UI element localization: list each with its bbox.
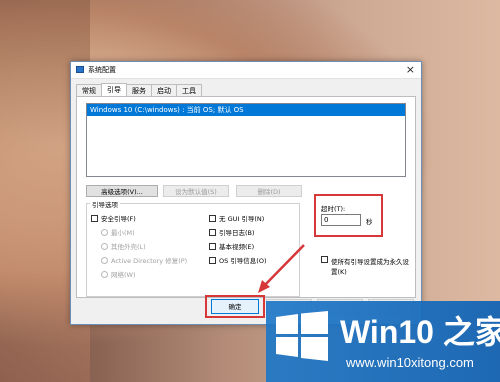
base-video-checkbox[interactable] bbox=[209, 242, 216, 250]
os-boot-info-label: OS 引导信息(O) bbox=[219, 257, 267, 265]
os-list-item[interactable]: Windows 10 (C:\windows) : 当前 OS; 默认 OS bbox=[87, 104, 405, 116]
tab-startup[interactable]: 启动 bbox=[151, 84, 177, 96]
base-video-option[interactable]: 基本视频(E) bbox=[209, 241, 254, 251]
alternate-shell-label: 其他外壳(L) bbox=[111, 243, 146, 251]
alternate-shell-option[interactable]: 其他外壳(L) bbox=[101, 241, 146, 251]
tab-services[interactable]: 服务 bbox=[126, 84, 152, 96]
no-gui-boot-checkbox[interactable] bbox=[209, 214, 216, 222]
minimal-label: 最小(M) bbox=[111, 229, 135, 237]
os-boot-info-option[interactable]: OS 引导信息(O) bbox=[209, 255, 267, 265]
title-bar: 系统配置 × bbox=[71, 62, 421, 79]
make-permanent-checkbox[interactable] bbox=[321, 256, 328, 263]
tab-general[interactable]: 常规 bbox=[76, 84, 102, 96]
network-label: 网络(W) bbox=[111, 271, 136, 279]
site-url: www.win10xitong.com bbox=[346, 355, 474, 370]
system-configuration-dialog: 系统配置 × 常规 引导 服务 启动 工具 Windows 10 (C:\win… bbox=[70, 61, 422, 325]
boot-options-group: 引导选项 安全引导(F) 最小(M) 其他外壳(L) Active Direct… bbox=[86, 199, 300, 297]
boot-log-option[interactable]: 引导日志(B) bbox=[209, 227, 255, 237]
minimal-radio[interactable] bbox=[101, 228, 108, 236]
tab-bar: 常规 引导 服务 启动 工具 bbox=[76, 83, 202, 98]
delete-button[interactable]: 删除(D) bbox=[236, 185, 302, 197]
close-icon[interactable]: × bbox=[406, 63, 415, 76]
brand-main: Win10 bbox=[340, 314, 434, 350]
watermark-banner: Win10 之家 www.win10xitong.com bbox=[266, 301, 500, 382]
safe-boot-option[interactable]: 安全引导(F) bbox=[91, 213, 136, 223]
os-boot-info-checkbox[interactable] bbox=[209, 256, 216, 264]
no-gui-boot-label: 无 GUI 引导(N) bbox=[219, 215, 265, 223]
minimal-option[interactable]: 最小(M) bbox=[101, 227, 135, 237]
safe-boot-label: 安全引导(F) bbox=[101, 215, 136, 223]
safe-boot-checkbox[interactable] bbox=[91, 214, 98, 222]
windows-logo-icon bbox=[276, 311, 328, 361]
ok-button[interactable]: 确定 bbox=[211, 299, 259, 314]
os-list[interactable]: Windows 10 (C:\windows) : 当前 OS; 默认 OS bbox=[86, 103, 406, 177]
set-default-button[interactable]: 设为默认值(S) bbox=[163, 185, 229, 197]
ad-repair-label: Active Directory 修复(P) bbox=[111, 257, 188, 265]
make-permanent-option[interactable]: 使所有引导设置成为永久设置(K) bbox=[321, 256, 413, 276]
no-gui-boot-option[interactable]: 无 GUI 引导(N) bbox=[209, 213, 264, 223]
boot-log-label: 引导日志(B) bbox=[219, 229, 255, 237]
brand-suffix: 之家 bbox=[433, 314, 500, 350]
advanced-options-button[interactable]: 高级选项(V)... bbox=[86, 185, 158, 197]
ad-repair-radio[interactable] bbox=[101, 256, 108, 264]
timeout-unit-label: 秒 bbox=[366, 218, 373, 226]
boot-log-checkbox[interactable] bbox=[209, 228, 216, 236]
tab-tools[interactable]: 工具 bbox=[176, 84, 202, 96]
ad-repair-option[interactable]: Active Directory 修复(P) bbox=[101, 255, 187, 265]
app-icon bbox=[76, 66, 84, 73]
network-option[interactable]: 网络(W) bbox=[101, 269, 136, 279]
network-radio[interactable] bbox=[101, 270, 108, 278]
alternate-shell-radio[interactable] bbox=[101, 242, 108, 250]
base-video-label: 基本视频(E) bbox=[219, 243, 255, 251]
make-permanent-label: 使所有引导设置成为永久设置(K) bbox=[331, 258, 409, 276]
window-title: 系统配置 bbox=[88, 66, 116, 74]
timeout-input[interactable]: 0 bbox=[321, 214, 361, 226]
brand-name: Win10 之家 bbox=[340, 307, 500, 353]
boot-tab-panel: Windows 10 (C:\windows) : 当前 OS; 默认 OS 高… bbox=[76, 96, 416, 298]
timeout-label: 超时(T): bbox=[321, 205, 346, 213]
boot-options-label: 引导选项 bbox=[90, 199, 120, 209]
